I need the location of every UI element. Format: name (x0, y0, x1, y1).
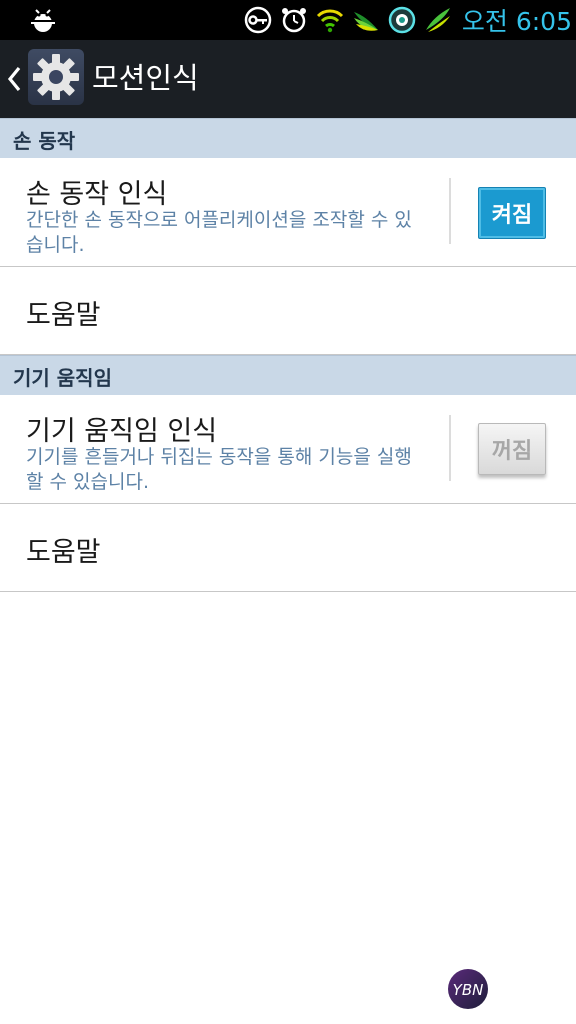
divider (449, 178, 451, 244)
chevron-left-icon[interactable] (6, 64, 22, 94)
help-row-device-motion[interactable]: 도움말 (0, 504, 576, 592)
device-motion-toggle[interactable]: 꺼짐 (478, 423, 546, 475)
key-icon (244, 6, 272, 34)
alarm-icon (281, 8, 306, 33)
compass-icon (388, 6, 416, 34)
setting-title: 기기 움직임 인식 (26, 416, 218, 447)
setting-summary: 간단한 손 동작으로 어플리케이션을 조작할 수 있습니다. (26, 209, 412, 256)
svg-text:YBN: YBN (453, 981, 484, 999)
status-bar: 오전 6:05 (0, 0, 576, 40)
clock: 오전 6:05 (461, 7, 572, 36)
setting-row-device-motion[interactable]: 기기 움직임 인식 기기를 흔들거나 뒤집는 동작을 통해 기능을 실행할 수 … (0, 395, 576, 504)
help-label: 도움말 (26, 537, 101, 568)
setting-summary: 기기를 흔들거나 뒤집는 동작을 통해 기능을 실행할 수 있습니다. (26, 446, 412, 493)
help-row-hand-motion[interactable]: 도움말 (0, 267, 576, 355)
feather-icon (425, 8, 450, 32)
setting-row-hand-motion[interactable]: 손 동작 인식 간단한 손 동작으로 어플리케이션을 조작할 수 있습니다. 켜… (0, 158, 576, 267)
help-label: 도움말 (26, 300, 101, 331)
section-header-hand-motion: 손 동작 (0, 118, 576, 159)
wing-icon (353, 12, 378, 31)
page-title: 모션인식 (92, 61, 199, 95)
setting-title: 손 동작 인식 (26, 179, 168, 210)
hand-motion-toggle[interactable]: 켜짐 (478, 187, 546, 239)
divider (449, 415, 451, 481)
wifi-icon (316, 9, 343, 33)
bug-icon (31, 9, 55, 32)
section-header-label: 손 동작 (13, 129, 76, 153)
watermark-logo: YBN (448, 969, 488, 1009)
app-bar: 모션인식 (0, 40, 576, 120)
section-header-label: 기기 움직임 (13, 366, 112, 390)
gear-icon[interactable] (28, 49, 84, 105)
section-header-device-motion: 기기 움직임 (0, 355, 576, 396)
